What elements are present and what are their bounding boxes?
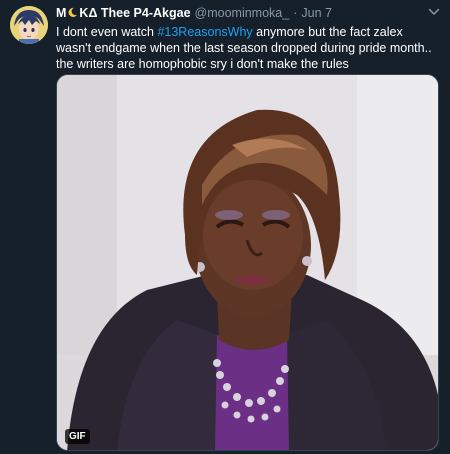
chevron-down-icon[interactable] bbox=[428, 7, 440, 17]
display-name-suffix: KΔ Thee P4-Akgae bbox=[79, 6, 191, 20]
tweet-timestamp[interactable]: Jun 7 bbox=[301, 6, 332, 20]
gif-frame-image bbox=[57, 75, 438, 450]
gif-media[interactable]: GIF bbox=[56, 74, 439, 451]
avatar[interactable] bbox=[10, 6, 48, 44]
separator-dot: · bbox=[293, 6, 298, 20]
tweet-text: I dont even watch #13ReasonsWhy anymore … bbox=[56, 24, 440, 72]
tweet-header: M KΔ Thee P4-Akgae @moominmoka_ · Jun 7 bbox=[56, 4, 440, 22]
crescent-moon-icon bbox=[68, 7, 78, 18]
tweet[interactable]: M KΔ Thee P4-Akgae @moominmoka_ · Jun 7 I… bbox=[0, 0, 450, 454]
hashtag-link[interactable]: #13ReasonsWhy bbox=[157, 25, 252, 39]
anime-avatar-icon bbox=[10, 6, 48, 44]
tweet-text-before: I dont even watch bbox=[56, 25, 158, 39]
gif-badge: GIF bbox=[65, 429, 90, 444]
display-name[interactable]: M KΔ Thee P4-Akgae bbox=[56, 6, 191, 20]
tweet-content: M KΔ Thee P4-Akgae @moominmoka_ · Jun 7 I… bbox=[56, 4, 440, 72]
display-name-prefix: M bbox=[56, 6, 67, 20]
user-handle[interactable]: @moominmoka_ bbox=[195, 6, 290, 20]
